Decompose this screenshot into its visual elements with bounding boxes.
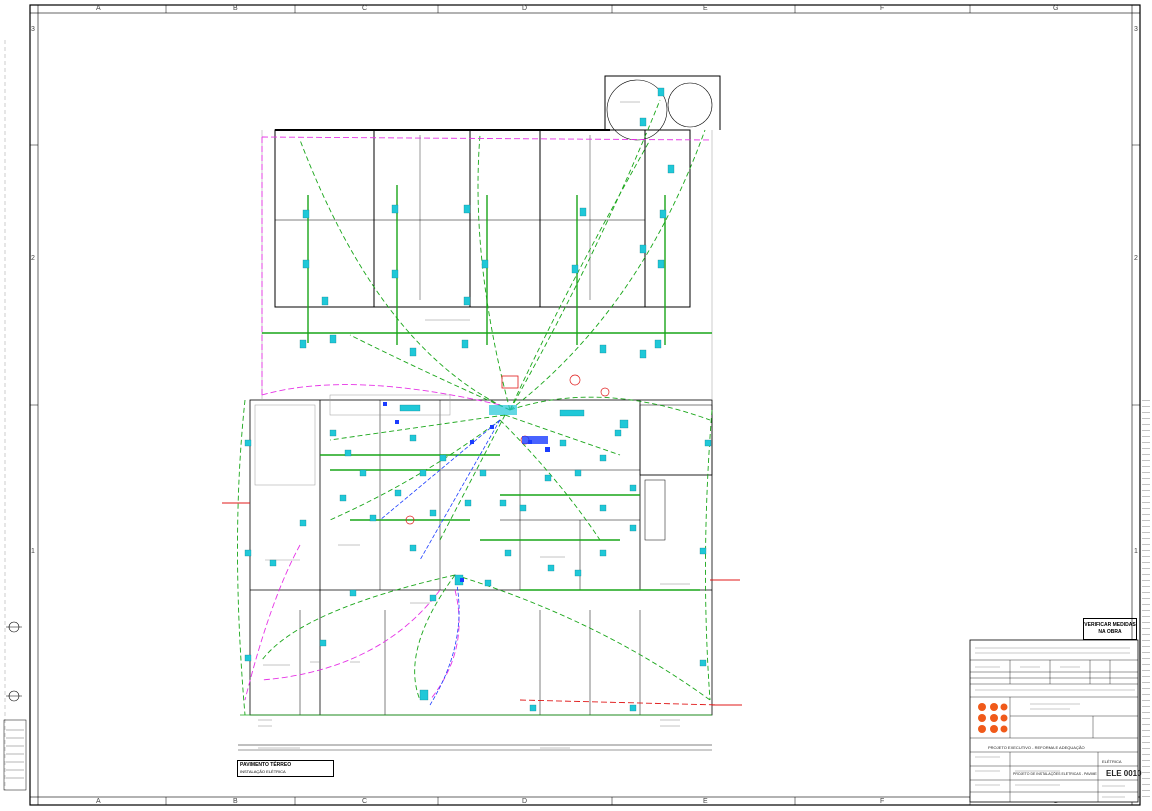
sheet-code: ELE 0010: [1106, 769, 1142, 778]
margin-annotation: [1142, 400, 1150, 800]
discipline: ELÉTRICA: [1102, 759, 1122, 764]
drawing-line: PROJETO DE INSTALAÇÕES ELÉTRICAS - PAVIM…: [1013, 772, 1097, 776]
project-line: PROJETO EXECUTIVO - REFORMA E ADEQUAÇÃO: [988, 745, 1085, 750]
title-block: [969, 639, 1139, 803]
company-logo-icon: [978, 703, 1008, 733]
